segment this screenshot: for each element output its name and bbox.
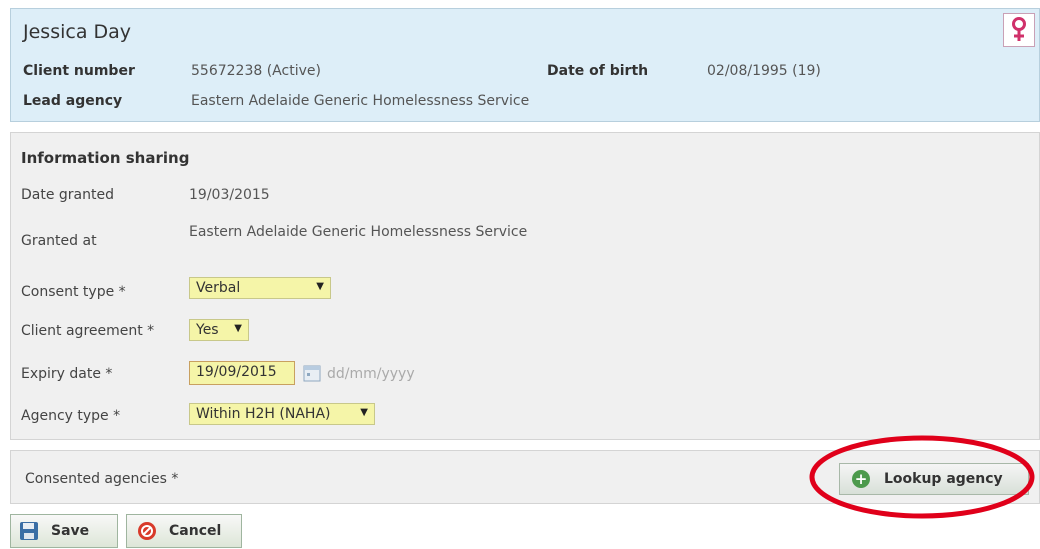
agency-type-value: Within H2H (NAHA) xyxy=(196,406,331,422)
consent-type-value: Verbal xyxy=(196,280,241,296)
expiry-date-label: Expiry date * xyxy=(21,366,113,382)
consented-agencies-bar: Consented agencies * + Lookup agency xyxy=(10,450,1040,504)
consent-type-select[interactable]: Verbal ▼ xyxy=(189,277,331,299)
floppy-disk-icon xyxy=(19,521,39,541)
information-sharing-panel: Information sharing Date granted 19/03/2… xyxy=(10,132,1040,440)
lead-agency-label: Lead agency xyxy=(23,93,123,109)
date-format-hint: dd/mm/yyyy xyxy=(327,366,415,382)
female-symbol-icon xyxy=(1003,13,1035,47)
client-header: Jessica Day Client number 55672238 (Acti… xyxy=(10,8,1040,122)
agency-type-label: Agency type * xyxy=(21,408,121,424)
lookup-agency-label: Lookup agency xyxy=(884,471,1003,487)
dob-label: Date of birth xyxy=(547,63,649,79)
panel-title: Information sharing xyxy=(21,149,190,167)
agency-type-select[interactable]: Within H2H (NAHA) ▼ xyxy=(189,403,375,425)
granted-at-value: Eastern Adelaide Generic Homelessness Se… xyxy=(189,224,528,240)
expiry-date-input[interactable]: 19/09/2015 xyxy=(189,361,295,385)
plus-icon: + xyxy=(852,470,870,488)
save-button[interactable]: Save xyxy=(10,514,118,548)
cancel-button[interactable]: Cancel xyxy=(126,514,242,548)
date-granted-label: Date granted xyxy=(21,187,114,203)
client-agreement-value: Yes xyxy=(196,322,219,338)
calendar-icon[interactable] xyxy=(303,364,321,382)
client-number-value: 55672238 (Active) xyxy=(191,63,321,79)
client-agreement-label: Client agreement * xyxy=(21,323,155,339)
save-label: Save xyxy=(51,523,90,539)
granted-at-label: Granted at xyxy=(21,233,97,249)
dob-value: 02/08/1995 (19) xyxy=(707,63,821,79)
dropdown-arrow-icon: ▼ xyxy=(360,407,368,418)
date-granted-value: 19/03/2015 xyxy=(189,187,270,203)
client-name: Jessica Day xyxy=(23,21,132,43)
client-agreement-select[interactable]: Yes ▼ xyxy=(189,319,249,341)
cancel-icon xyxy=(137,521,157,541)
consent-type-label: Consent type * xyxy=(21,284,126,300)
cancel-label: Cancel xyxy=(169,523,222,539)
client-number-label: Client number xyxy=(23,63,135,79)
dropdown-arrow-icon: ▼ xyxy=(234,323,242,334)
dropdown-arrow-icon: ▼ xyxy=(316,281,324,292)
lead-agency-value: Eastern Adelaide Generic Homelessness Se… xyxy=(191,93,530,109)
consented-agencies-label: Consented agencies * xyxy=(25,471,179,487)
lookup-agency-button[interactable]: + Lookup agency xyxy=(839,463,1029,495)
